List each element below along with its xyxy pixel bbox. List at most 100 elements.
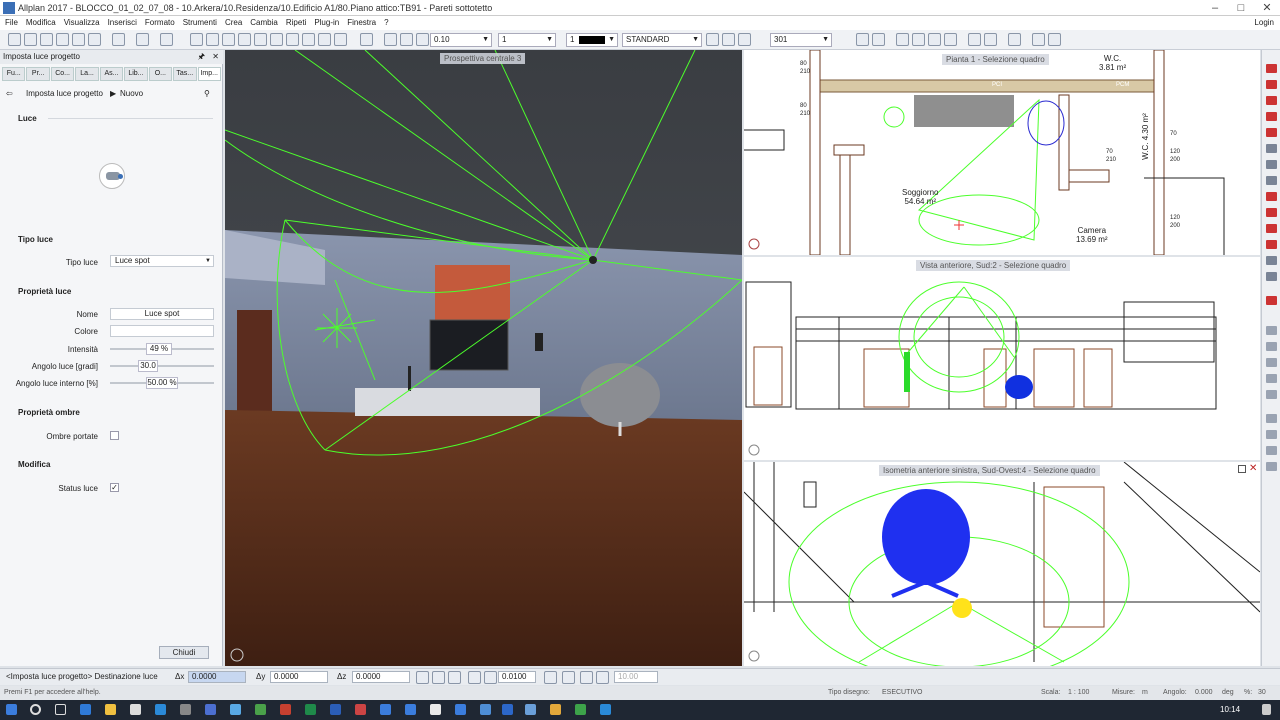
properties-icon[interactable] — [112, 33, 125, 46]
smart-part-icon[interactable] — [1266, 240, 1277, 249]
room-icon[interactable] — [984, 33, 997, 46]
line-type-select[interactable]: 1 ▼ — [498, 33, 556, 47]
close-button[interactable]: ✕ — [1254, 0, 1280, 16]
menu-help[interactable]: ? — [384, 16, 388, 30]
app-icon[interactable] — [600, 704, 611, 715]
pencil-icon[interactable] — [416, 33, 429, 46]
clock[interactable]: 10:14 — [1220, 705, 1240, 714]
window-icon[interactable] — [928, 33, 941, 46]
mail-icon[interactable] — [155, 704, 166, 715]
light-angle-value[interactable]: 30.0 — [138, 360, 158, 372]
allplan-taskbar-icon[interactable] — [502, 704, 513, 715]
text-tool-icon[interactable] — [1266, 160, 1277, 169]
stretch-icon[interactable] — [238, 33, 251, 46]
chamfer-tool-icon[interactable] — [1266, 390, 1277, 399]
angle-input[interactable]: 10.00 — [614, 671, 658, 683]
snap-grid-icon[interactable] — [432, 671, 445, 684]
trim-tool-icon[interactable] — [1266, 342, 1277, 351]
layer-select[interactable]: STANDARD ▼ — [622, 33, 702, 47]
inner-angle-value[interactable]: 50.00 % — [146, 377, 178, 389]
light-angle-slider[interactable]: 30.0 — [110, 360, 214, 372]
angle-snap-icon[interactable] — [580, 671, 593, 684]
polyline-tool-icon[interactable] — [1266, 96, 1277, 105]
app-icon[interactable] — [455, 704, 466, 715]
intensity-slider[interactable]: 49 % — [110, 343, 214, 355]
menu-crea[interactable]: Crea — [225, 16, 242, 30]
menu-visualizza[interactable]: Visualizza — [64, 16, 100, 30]
join-tool-icon[interactable] — [1266, 430, 1277, 439]
app-icon[interactable] — [355, 704, 366, 715]
chrome-icon[interactable] — [255, 704, 266, 715]
print-icon[interactable] — [56, 33, 69, 46]
front-viewport[interactable]: Vista anteriore, Sud:2 - Selezione quadr… — [744, 257, 1260, 460]
hatch-select[interactable]: 301 ▼ — [770, 33, 832, 47]
menu-plugin[interactable]: Plug-in — [314, 16, 339, 30]
render-icon[interactable] — [1008, 33, 1021, 46]
move-tool-icon[interactable] — [1266, 272, 1277, 281]
app-icon[interactable] — [205, 704, 216, 715]
app-icon[interactable] — [525, 704, 536, 715]
tab-funzioni[interactable]: Fu... — [2, 67, 26, 81]
mirror-icon[interactable] — [222, 33, 235, 46]
arc-tool-icon[interactable] — [1266, 128, 1277, 137]
breadcrumb-root[interactable]: Imposta luce progetto — [26, 86, 103, 102]
inner-angle-slider[interactable]: 50.00 % — [110, 377, 214, 389]
copy-tool-icon[interactable] — [1266, 256, 1277, 265]
app-icon[interactable] — [280, 704, 291, 715]
rotate-icon[interactable] — [206, 33, 219, 46]
app-icon[interactable] — [575, 704, 586, 715]
scale-value[interactable]: 1 : 100 — [1068, 686, 1089, 700]
tab-connect[interactable]: Co... — [50, 67, 75, 81]
pin-icon[interactable]: 🖈 — [198, 50, 205, 64]
layer-icon[interactable] — [334, 33, 347, 46]
light-color-field[interactable] — [110, 325, 214, 337]
search-icon[interactable] — [30, 704, 41, 715]
zoom-icon[interactable] — [360, 33, 373, 46]
save-icon[interactable] — [40, 33, 53, 46]
drawing-type-value[interactable]: ESECUTIVO — [882, 686, 922, 700]
notifications-icon[interactable] — [1262, 704, 1271, 715]
cast-shadows-checkbox[interactable] — [110, 431, 119, 440]
tab-layer[interactable]: La... — [75, 67, 99, 81]
tab-libreria[interactable]: Lib... — [124, 67, 148, 81]
menu-ripeti[interactable]: Ripeti — [286, 16, 306, 30]
app-icon[interactable] — [480, 704, 491, 715]
light-status-checkbox[interactable]: ✓ — [110, 483, 119, 492]
menu-modifica[interactable]: Modifica — [26, 16, 56, 30]
app-icon[interactable] — [430, 704, 441, 715]
tab-task[interactable]: Tas... — [173, 67, 197, 81]
pen-properties-icon[interactable] — [384, 33, 397, 46]
store-icon[interactable] — [130, 704, 141, 715]
format-painter-icon[interactable] — [400, 33, 413, 46]
new-file-icon[interactable] — [8, 33, 21, 46]
tab-assistenti[interactable]: As... — [99, 67, 124, 81]
window-layout-icon[interactable] — [872, 33, 885, 46]
roof-icon[interactable] — [968, 33, 981, 46]
extend-tool-icon[interactable] — [1266, 358, 1277, 367]
tab-imposta[interactable]: Imp... — [197, 67, 221, 81]
symbol-tool-icon[interactable] — [1266, 224, 1277, 233]
app-icon[interactable] — [405, 704, 416, 715]
percent-value[interactable]: 30 — [1258, 686, 1266, 700]
plan-viewport[interactable]: W.C. 3.81 m² W.C. 4.30 m² Soggiorno 54.64 … — [744, 50, 1260, 255]
layer-lock-icon[interactable] — [738, 33, 751, 46]
task-view-icon[interactable] — [55, 704, 66, 715]
grid-toggle-icon[interactable] — [544, 671, 557, 684]
split-tool-icon[interactable] — [1266, 414, 1277, 423]
close-panel-button[interactable]: Chiudi — [159, 646, 209, 659]
door-icon[interactable] — [912, 33, 925, 46]
app-icon[interactable] — [380, 704, 391, 715]
dimension-tool-icon[interactable] — [1266, 144, 1277, 153]
copy-icon[interactable] — [72, 33, 85, 46]
panel-close-icon[interactable]: ✕ — [212, 50, 219, 64]
line-tool-icon[interactable] — [1266, 80, 1277, 89]
curve-tool-icon[interactable] — [1266, 112, 1277, 121]
angle-lock-icon[interactable] — [596, 671, 609, 684]
measure-value[interactable]: m — [1142, 686, 1148, 700]
app-icon[interactable] — [550, 704, 561, 715]
close-view-icon[interactable]: ✕ — [1249, 463, 1257, 474]
isometric-viewport[interactable]: Isometria anteriore sinistra, Sud-Ovest:… — [744, 462, 1260, 666]
layer-visibility-icon[interactable] — [722, 33, 735, 46]
maximize-button[interactable]: □ — [1228, 0, 1254, 16]
excel-icon[interactable] — [305, 704, 316, 715]
